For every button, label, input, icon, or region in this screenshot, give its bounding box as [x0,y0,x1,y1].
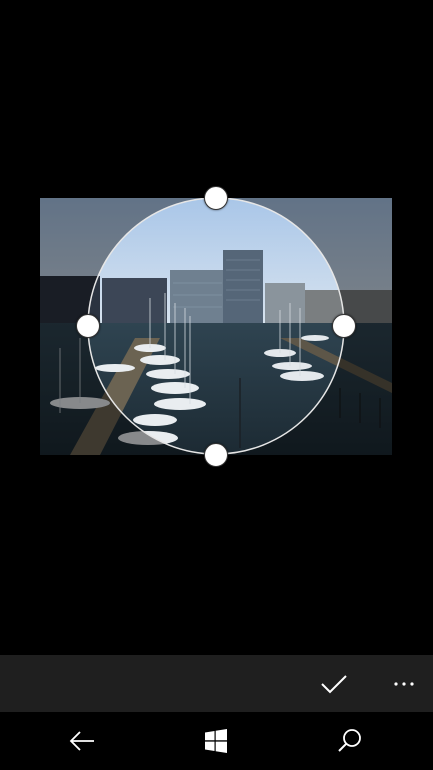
windows-start-icon [205,729,227,753]
search-icon [338,729,361,752]
more-options-button[interactable] [376,655,432,712]
crop-handle-bottom[interactable] [204,443,228,467]
system-navigation-bar [0,712,433,770]
crop-handle-right[interactable] [332,314,356,338]
back-button[interactable] [42,712,122,770]
start-button[interactable] [176,712,256,770]
accept-button[interactable] [306,655,362,712]
crop-handle-top[interactable] [204,186,228,210]
crop-handle-left[interactable] [76,314,100,338]
checkmark-icon [321,674,347,693]
back-arrow-icon [69,731,94,751]
ellipsis-icon [394,681,414,686]
photo-editor-canvas [0,0,433,655]
command-bar [0,655,433,712]
search-button[interactable] [310,712,390,770]
